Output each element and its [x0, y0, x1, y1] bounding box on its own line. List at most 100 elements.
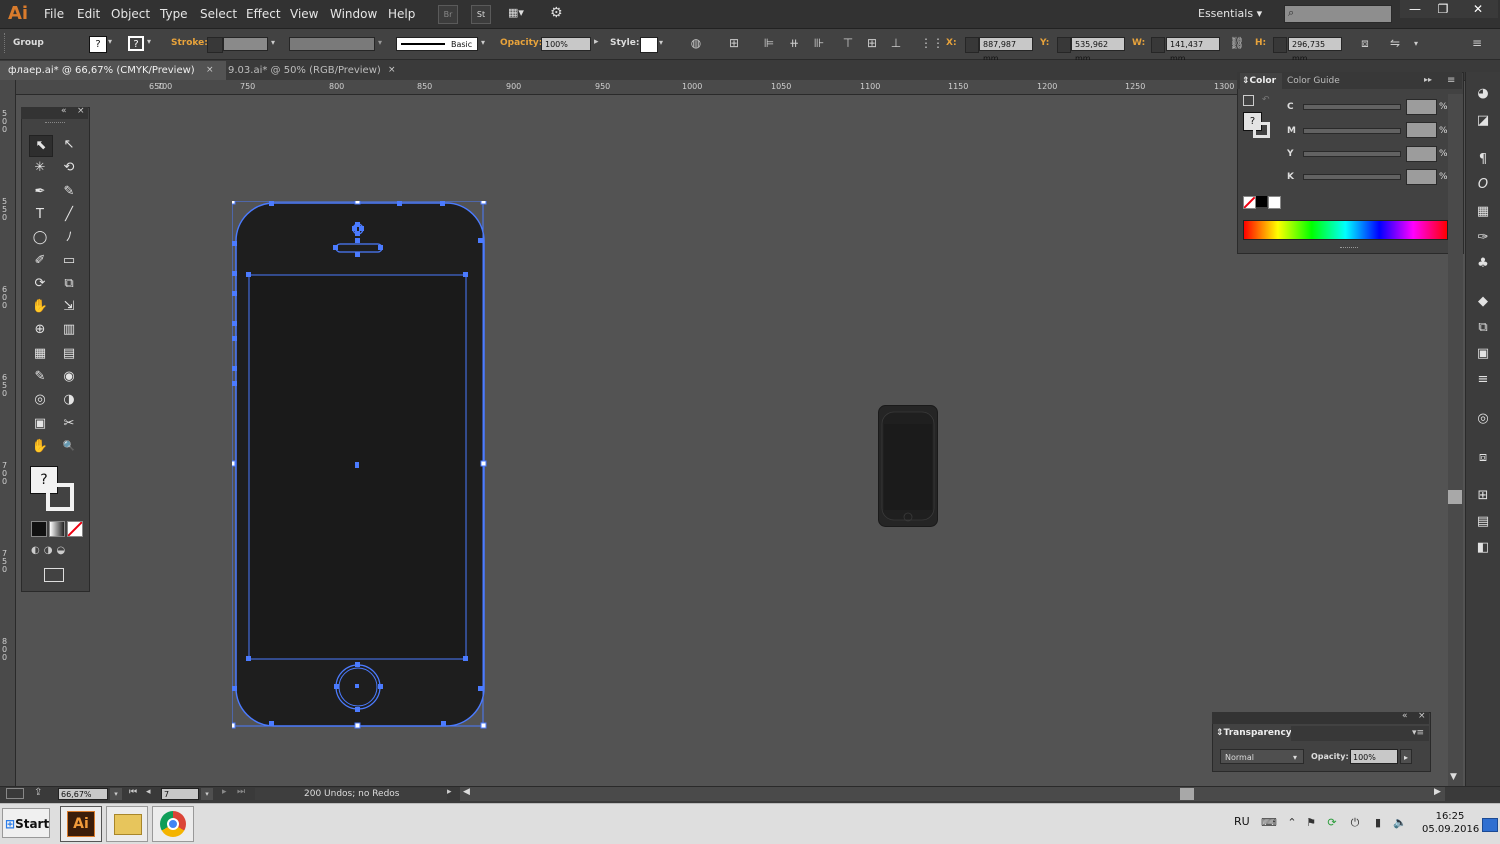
pen-tool-icon[interactable]: ✒: [29, 182, 51, 202]
close-button[interactable]: ✕: [1458, 0, 1498, 18]
gpu-performance-icon[interactable]: ⚙: [550, 5, 563, 21]
chevron-down-icon[interactable]: ▾: [659, 38, 663, 47]
x-stepper[interactable]: [965, 37, 979, 53]
yellow-field[interactable]: [1406, 146, 1437, 162]
magenta-slider[interactable]: [1303, 128, 1401, 134]
menu-window[interactable]: Window: [330, 7, 377, 21]
align-icon[interactable]: ▤: [1474, 514, 1492, 530]
align-bottom-icon[interactable]: ⊥: [888, 36, 904, 51]
last-artboard-icon[interactable]: ⏭: [237, 787, 245, 797]
default-fill-stroke-icon[interactable]: [1243, 95, 1254, 106]
gradient-tool-icon[interactable]: ▤: [58, 344, 80, 364]
variable-width-profile[interactable]: [289, 37, 375, 51]
panel-menu-icon[interactable]: ▾≡: [1412, 728, 1424, 738]
opentype-icon[interactable]: O: [1474, 177, 1492, 193]
collapse-icon[interactable]: «: [61, 106, 67, 116]
close-icon[interactable]: ×: [1418, 711, 1426, 721]
direct-selection-tool-icon[interactable]: ↖: [58, 135, 80, 155]
none-swatch[interactable]: [1243, 196, 1256, 209]
system-clock[interactable]: 16:25 05.09.2016: [1422, 810, 1479, 836]
brushes-icon[interactable]: ✑: [1474, 230, 1492, 246]
y-field[interactable]: 535,962 mm: [1071, 37, 1125, 63]
perspective-grid-tool-icon[interactable]: ▥: [58, 320, 80, 340]
w-stepper[interactable]: [1151, 37, 1165, 53]
paragraph-icon[interactable]: ¶: [1474, 152, 1492, 168]
workspace-switcher[interactable]: Essentials ▾: [1198, 7, 1262, 20]
tab-color-guide[interactable]: Color Guide: [1287, 76, 1340, 86]
panel-menu-icon[interactable]: ≡: [1447, 75, 1455, 86]
mesh-tool-icon[interactable]: ▦: [29, 344, 51, 364]
black-slider[interactable]: [1303, 174, 1401, 180]
color-guide-icon[interactable]: ◪: [1474, 113, 1492, 129]
column-graph-tool-icon[interactable]: ◑: [58, 390, 80, 410]
symbols-icon[interactable]: ♣: [1474, 256, 1492, 272]
horizontal-ruler[interactable]: 650 700 750 800 850 900 950 1000 1050 11…: [16, 80, 1238, 95]
pathfinder-icon[interactable]: ⊞: [1474, 488, 1492, 504]
color-spectrum[interactable]: [1243, 220, 1448, 240]
search-input[interactable]: ⌕: [1284, 5, 1392, 23]
document-tab-active[interactable]: флаер.ai* @ 66,67% (CMYK/Preview) ×: [0, 61, 226, 80]
blend-tool-icon[interactable]: ◉: [58, 367, 80, 387]
swatches-icon[interactable]: ▦: [1474, 204, 1492, 220]
curvature-tool-icon[interactable]: ✎: [58, 182, 80, 202]
horizontal-scroll-thumb[interactable]: [1180, 788, 1194, 800]
chevron-down-icon[interactable]: ▾: [201, 788, 213, 800]
menu-edit[interactable]: Edit: [77, 7, 100, 21]
taskbar-explorer[interactable]: [106, 806, 148, 842]
previous-artboard-icon[interactable]: ◂: [146, 787, 151, 797]
maximize-button[interactable]: ❐: [1428, 0, 1458, 18]
stroke-weight-field[interactable]: [223, 37, 268, 51]
chevron-down-icon[interactable]: ▾: [378, 38, 382, 47]
chevron-down-icon[interactable]: ▾: [1408, 36, 1424, 51]
artboard-tool-icon[interactable]: ▣: [29, 414, 51, 434]
cyan-slider[interactable]: [1303, 104, 1401, 110]
gradient-icon[interactable]: ▣: [1474, 346, 1492, 362]
yellow-slider[interactable]: [1303, 151, 1401, 157]
scale-tool-icon[interactable]: ⧉: [58, 274, 80, 294]
chevron-down-icon[interactable]: ▾: [271, 38, 275, 47]
menu-object[interactable]: Object: [111, 7, 150, 21]
y-stepper[interactable]: [1057, 37, 1071, 53]
paintbrush-tool-icon[interactable]: ﾉ: [58, 228, 80, 248]
h-field[interactable]: 296,735 mm: [1288, 37, 1342, 63]
none-mode-button[interactable]: [67, 521, 83, 537]
w-field[interactable]: 141,437 mm: [1166, 37, 1220, 63]
tab-color[interactable]: ⇕Color: [1240, 73, 1282, 89]
zoom-field[interactable]: 66,67%: [58, 788, 108, 800]
align-right-icon[interactable]: ⊪: [811, 36, 827, 51]
align-center-icon[interactable]: ⧺: [786, 36, 802, 51]
stroke-color-swatch[interactable]: [46, 483, 74, 511]
isolate-group-icon[interactable]: ⧈: [1357, 36, 1373, 51]
collapse-icon[interactable]: «: [1402, 711, 1408, 721]
transform-icon[interactable]: ⧈: [1474, 450, 1492, 466]
power-icon[interactable]: ⏻: [1348, 816, 1362, 829]
chevron-down-icon[interactable]: ▾: [110, 788, 122, 800]
slice-tool-icon[interactable]: ✂: [58, 414, 80, 434]
vertical-scroll-thumb[interactable]: [1448, 490, 1462, 504]
line-tool-icon[interactable]: ╱: [58, 205, 80, 225]
align-to-icon[interactable]: ⊞: [726, 36, 742, 51]
transform-options-icon[interactable]: ⇋: [1387, 36, 1403, 51]
stock-button[interactable]: St: [471, 5, 491, 24]
close-icon[interactable]: ×: [206, 61, 214, 80]
horizontal-scrollbar[interactable]: [460, 787, 1445, 801]
action-center-flag-icon[interactable]: ⚑: [1304, 816, 1318, 829]
next-artboard-icon[interactable]: ▸: [222, 787, 227, 797]
minimize-button[interactable]: —: [1400, 0, 1430, 18]
blend-mode-select[interactable]: Normal ▾: [1220, 749, 1304, 764]
pencil-tool-icon[interactable]: ✐: [29, 251, 51, 271]
eraser-tool-icon[interactable]: ▭: [58, 251, 80, 271]
expand-icon[interactable]: ▸▸: [1424, 75, 1432, 84]
tab-transparency[interactable]: ⇕Transparency: [1214, 726, 1293, 741]
menu-file[interactable]: File: [44, 7, 64, 21]
chevron-down-icon[interactable]: ▾: [108, 37, 112, 46]
transparency-panel-header[interactable]: « ×: [1212, 711, 1429, 724]
h-stepper[interactable]: [1273, 37, 1287, 53]
menu-select[interactable]: Select: [200, 7, 237, 21]
bridge-button[interactable]: Br: [438, 5, 458, 24]
transform-grid-icon[interactable]: ⋮⋮: [920, 36, 944, 51]
play-arrow-icon[interactable]: ▸: [594, 37, 599, 47]
play-arrow-icon[interactable]: ▸: [447, 787, 452, 797]
appearance-icon[interactable]: ◎: [1474, 411, 1492, 427]
taskbar-illustrator[interactable]: Ai: [60, 806, 102, 842]
